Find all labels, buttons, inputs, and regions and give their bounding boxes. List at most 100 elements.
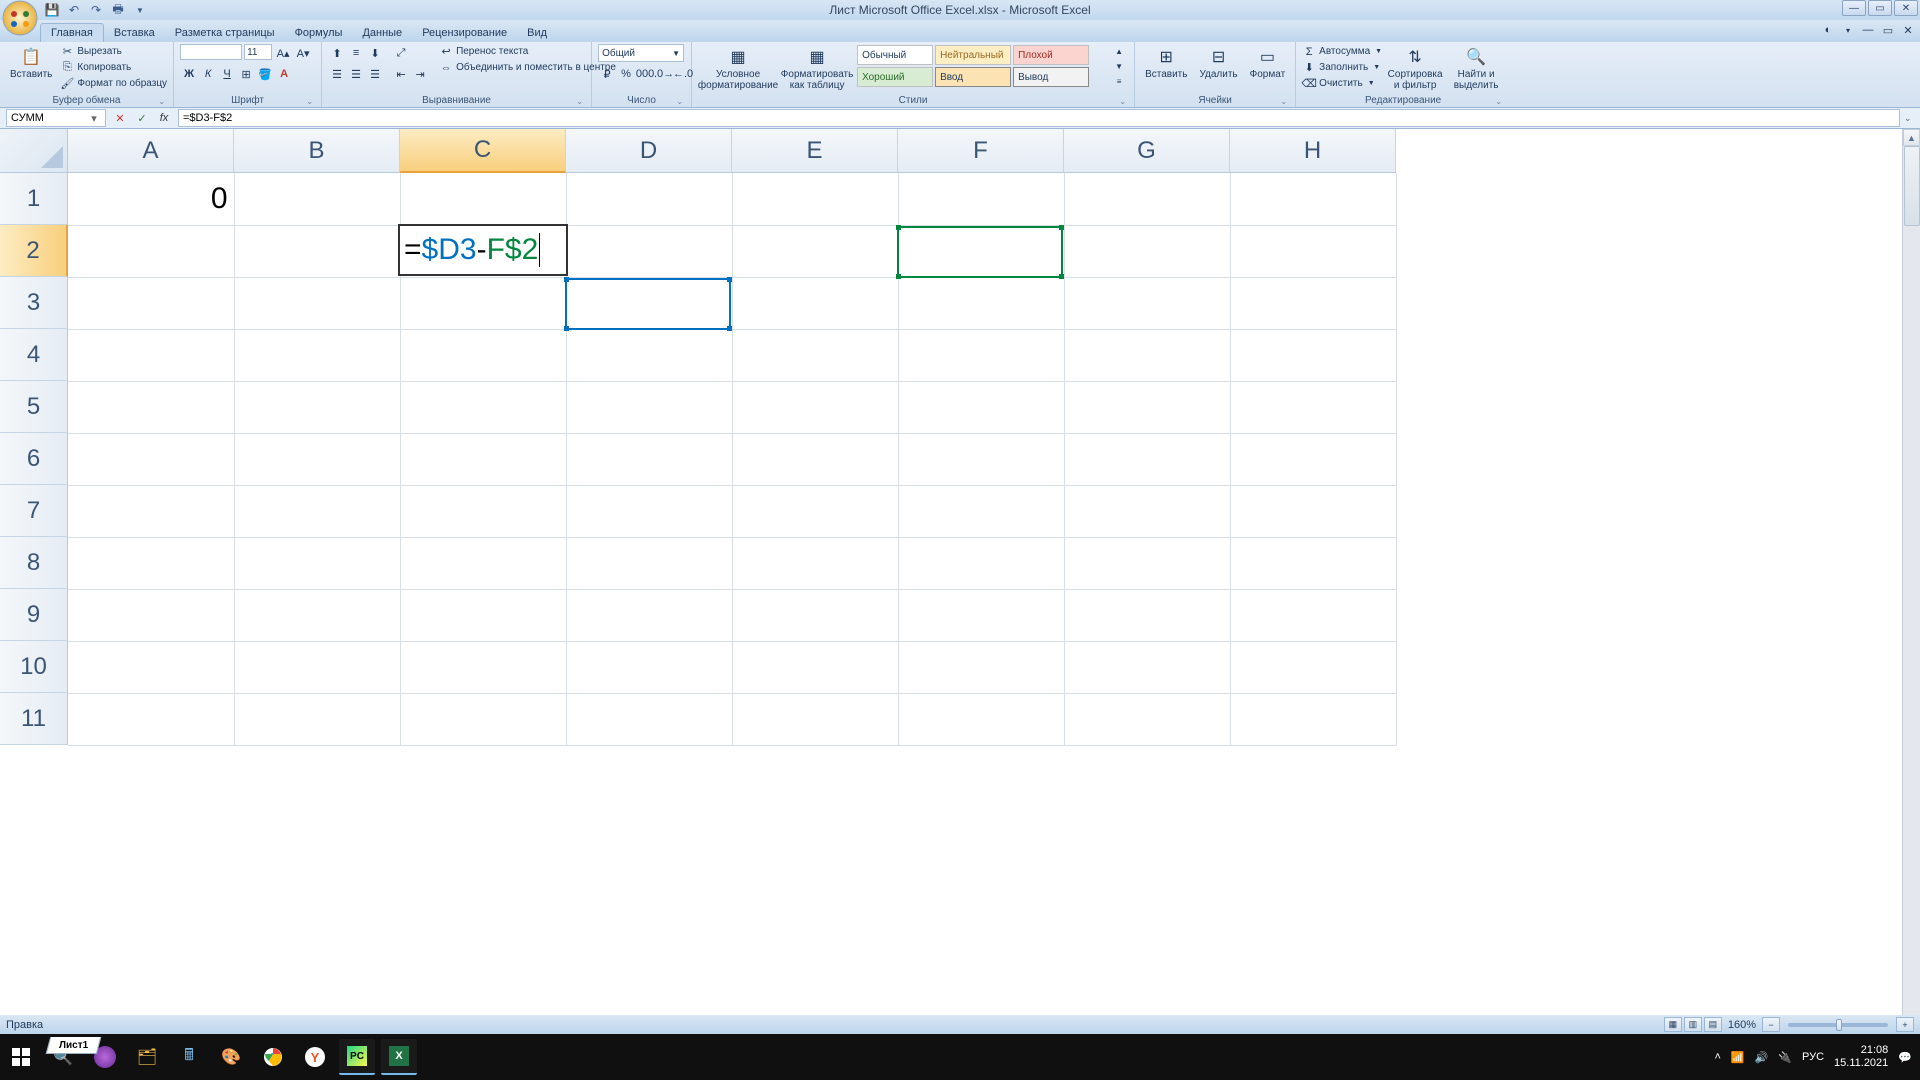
autosum-button[interactable]: ΣАвтосумма▼ (1302, 44, 1382, 59)
tab-review[interactable]: Рецензирование (412, 24, 517, 42)
cell[interactable] (898, 433, 1064, 485)
styles-scroll-up[interactable]: ▲ (1110, 44, 1128, 58)
font-color-button[interactable]: A (275, 65, 293, 83)
cell[interactable] (68, 693, 234, 745)
align-bottom-button[interactable]: ⬇ (366, 44, 384, 62)
cell[interactable] (566, 225, 732, 277)
bold-button[interactable]: Ж (180, 65, 198, 83)
sort-filter-button[interactable]: ⇅Сортировка и фильтр (1386, 44, 1444, 93)
col-header-h[interactable]: H (1230, 129, 1396, 173)
cell[interactable] (68, 589, 234, 641)
row-header-4[interactable]: 4 (0, 329, 68, 381)
language-indicator[interactable]: РУС (1802, 1051, 1824, 1063)
zoom-in-button[interactable]: + (1896, 1017, 1914, 1032)
cell[interactable] (68, 641, 234, 693)
cell[interactable] (234, 485, 400, 537)
close-button[interactable]: ✕ (1894, 0, 1918, 16)
cell[interactable] (1064, 277, 1230, 329)
sheet-tab-1[interactable]: Лист1 (46, 1037, 102, 1054)
cell[interactable] (898, 381, 1064, 433)
cell[interactable] (68, 277, 234, 329)
cell[interactable] (566, 381, 732, 433)
fill-color-button[interactable]: 🪣 (256, 65, 274, 83)
accept-formula-button[interactable]: ✓ (132, 109, 152, 127)
merge-center-button[interactable]: ⇔Объединить и поместить в центре (439, 60, 616, 75)
name-box[interactable]: СУММ▾ (6, 109, 106, 127)
cell[interactable] (1064, 329, 1230, 381)
cell[interactable] (1230, 641, 1396, 693)
ribbon-minimize-icon[interactable]: ▾ (1840, 22, 1856, 38)
shrink-font-button[interactable]: A▾ (294, 44, 312, 62)
taskbar-explorer[interactable]: 🗂 (129, 1039, 165, 1075)
cell[interactable] (898, 329, 1064, 381)
row-header-2[interactable]: 2 (0, 225, 68, 277)
insert-cells-button[interactable]: ⊞Вставить (1141, 44, 1191, 82)
notifications-icon[interactable]: 💬 (1898, 1051, 1912, 1064)
orientation-button[interactable]: ⤢ (392, 44, 410, 62)
cell[interactable] (566, 485, 732, 537)
taskbar-chrome[interactable] (255, 1039, 291, 1075)
zoom-slider[interactable] (1788, 1023, 1888, 1027)
style-neutral[interactable]: Нейтральный (935, 45, 1011, 65)
cell-styles-gallery[interactable]: Обычный Нейтральный Плохой Хороший Ввод … (856, 44, 1104, 88)
cell[interactable] (898, 537, 1064, 589)
scroll-up-button[interactable]: ▲ (1903, 129, 1920, 146)
style-input[interactable]: Ввод (935, 67, 1011, 87)
decrease-indent-button[interactable]: ⇤ (392, 65, 410, 83)
cell[interactable] (1064, 537, 1230, 589)
align-middle-button[interactable]: ≡ (347, 44, 365, 62)
cell[interactable] (68, 537, 234, 589)
cut-button[interactable]: ✂Вырезать (60, 44, 167, 59)
grow-font-button[interactable]: A▴ (274, 44, 292, 62)
cell[interactable] (234, 537, 400, 589)
cell[interactable] (68, 225, 234, 277)
start-button[interactable] (3, 1039, 39, 1075)
cell[interactable] (1230, 589, 1396, 641)
row-header-3[interactable]: 3 (0, 277, 68, 329)
col-header-f[interactable]: F (898, 129, 1064, 173)
cell[interactable] (1064, 433, 1230, 485)
row-header-10[interactable]: 10 (0, 641, 68, 693)
taskbar-pycharm[interactable]: PC (339, 1039, 375, 1075)
doc-minimize-icon[interactable]: — (1860, 22, 1876, 38)
cell[interactable] (898, 485, 1064, 537)
cell[interactable] (566, 641, 732, 693)
cell[interactable] (1230, 225, 1396, 277)
font-size-combo[interactable]: 11 (244, 44, 272, 60)
cell[interactable] (1064, 381, 1230, 433)
percent-button[interactable]: % (617, 65, 635, 83)
find-select-button[interactable]: 🔍Найти и выделить (1448, 44, 1504, 93)
cell[interactable] (732, 693, 898, 745)
maximize-button[interactable]: ▭ (1868, 0, 1892, 16)
cell[interactable] (400, 641, 566, 693)
cell[interactable] (68, 485, 234, 537)
fill-button[interactable]: ⬇Заполнить▼ (1302, 60, 1382, 75)
wrap-text-button[interactable]: ↩Перенос текста (439, 44, 616, 59)
formula-input[interactable]: =$D3-F$2 (178, 109, 1900, 127)
increase-indent-button[interactable]: ⇥ (411, 65, 429, 83)
align-left-button[interactable]: ☰ (328, 65, 346, 83)
cell[interactable] (1064, 589, 1230, 641)
tab-data[interactable]: Данные (352, 24, 412, 42)
office-button[interactable] (2, 0, 40, 38)
cancel-formula-button[interactable]: ✕ (110, 109, 130, 127)
clock[interactable]: 21:08 15.11.2021 (1834, 1044, 1888, 1070)
cell[interactable] (68, 433, 234, 485)
font-name-combo[interactable] (180, 44, 242, 60)
cell[interactable] (898, 225, 1064, 277)
cell[interactable] (732, 225, 898, 277)
style-good[interactable]: Хороший (857, 67, 933, 87)
taskbar-yandex[interactable]: Y (297, 1039, 333, 1075)
cell[interactable] (898, 641, 1064, 693)
cell[interactable] (234, 173, 400, 225)
col-header-b[interactable]: B (234, 129, 400, 173)
help-icon[interactable]: ◐ (1820, 22, 1836, 38)
col-header-d[interactable]: D (566, 129, 732, 173)
style-output[interactable]: Вывод (1013, 67, 1089, 87)
cell[interactable] (566, 277, 732, 329)
col-header-g[interactable]: G (1064, 129, 1230, 173)
italic-button[interactable]: К (199, 65, 217, 83)
styles-more[interactable]: ≡ (1110, 74, 1128, 88)
cell[interactable] (732, 277, 898, 329)
cell[interactable] (566, 693, 732, 745)
